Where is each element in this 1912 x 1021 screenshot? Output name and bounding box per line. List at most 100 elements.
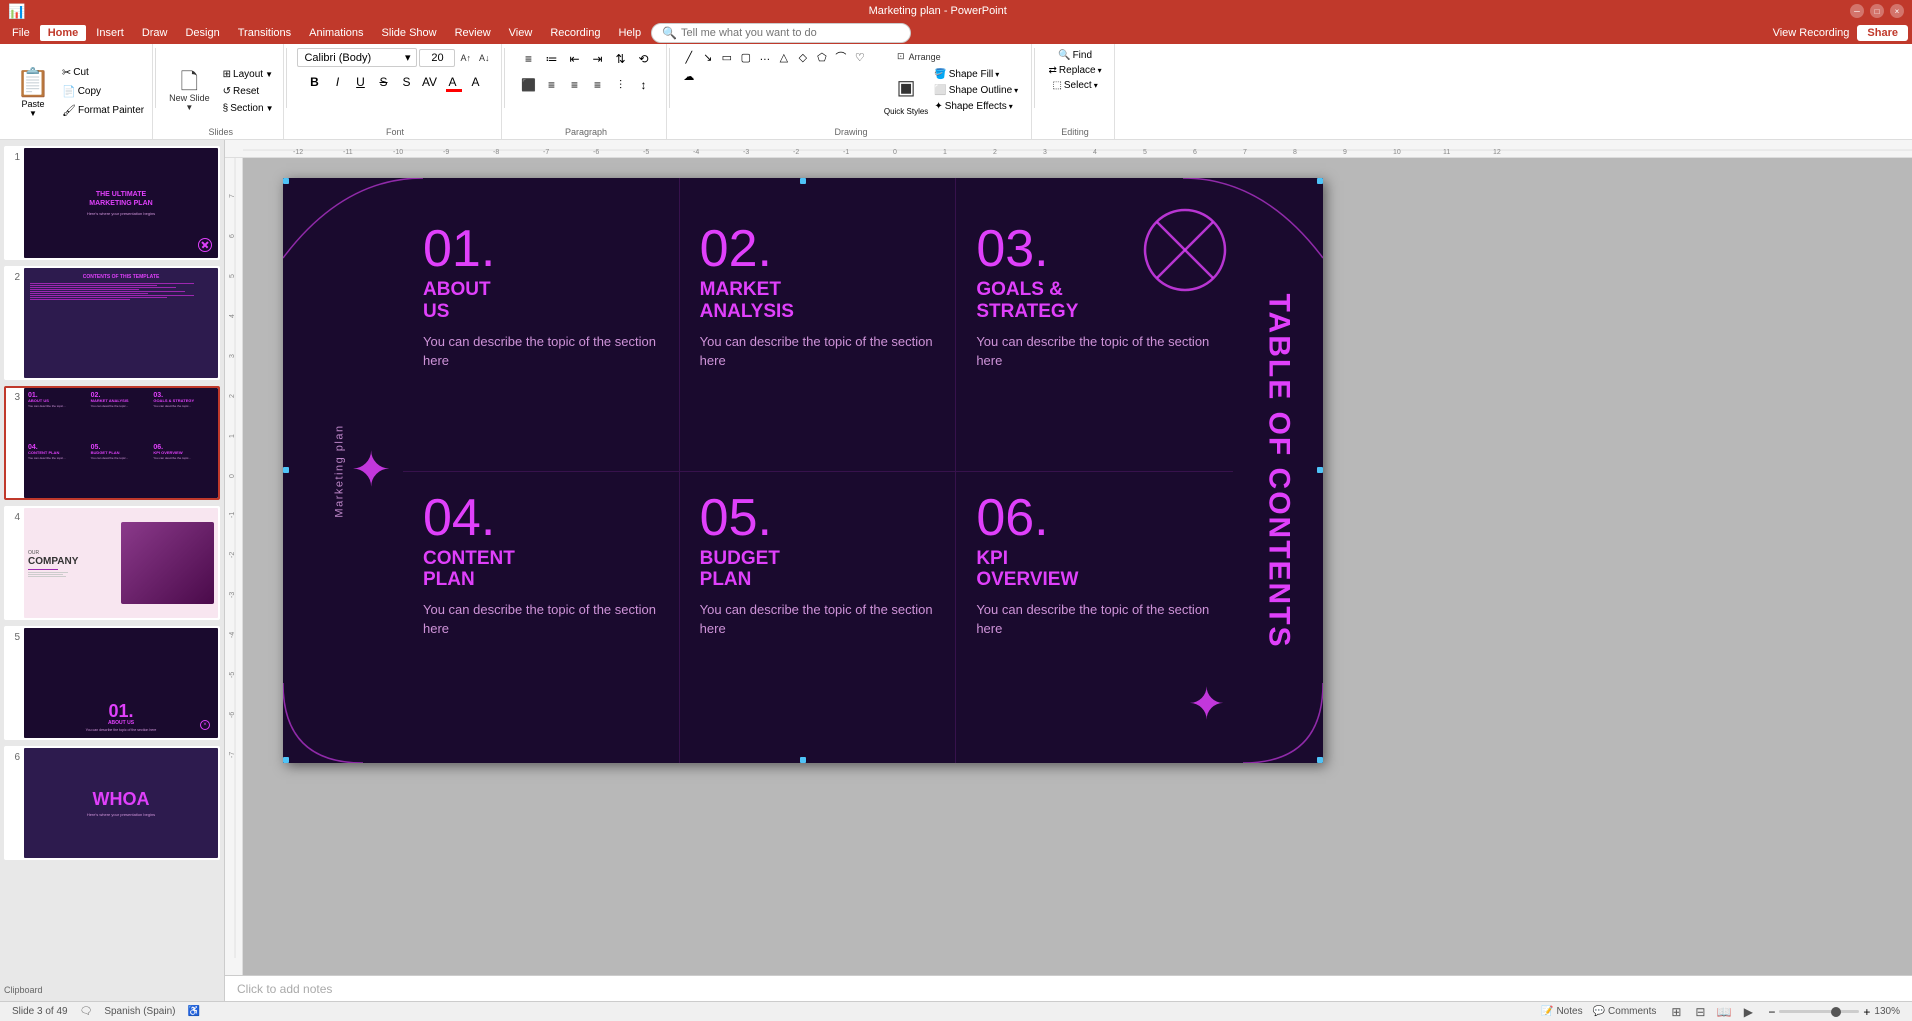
font-color-button[interactable]: A [442, 71, 464, 93]
slideshow-button[interactable]: ▶ [1738, 1004, 1758, 1020]
shape-rect[interactable]: ▭ [718, 48, 736, 66]
increase-indent-button[interactable]: ⇥ [587, 48, 609, 70]
find-icon: 🔍 [1058, 50, 1070, 61]
shape-fill-button[interactable]: 🪣 Shape Fill ▾ [930, 67, 1022, 82]
strikethrough-button[interactable]: S [373, 71, 395, 93]
menu-animations[interactable]: Animations [301, 25, 371, 41]
char-spacing-button[interactable]: AV [419, 71, 441, 93]
slide-thumb-4[interactable]: 4 OUR COMPANY [4, 506, 220, 620]
slide-thumb-1[interactable]: 1 THE ULTIMATEMARKETING PLAN Here's wher… [4, 146, 220, 260]
quick-styles-button[interactable]: ▣ [886, 67, 926, 107]
toc-title-vertical: TABLE OF CONTENTS [1235, 178, 1323, 763]
slide-panel[interactable]: 1 THE ULTIMATEMARKETING PLAN Here's wher… [0, 140, 225, 1001]
accessibility-icon[interactable]: ♿ [187, 1006, 199, 1017]
slide-thumb-5[interactable]: 5 01. ABOUT US You can describe the topi… [4, 626, 220, 740]
comments-button[interactable]: 💬 Comments [1593, 1006, 1657, 1017]
menu-insert[interactable]: Insert [88, 25, 132, 41]
underline-button[interactable]: U [350, 71, 372, 93]
notes-placeholder[interactable]: Click to add notes [237, 982, 332, 996]
menu-home[interactable]: Home [40, 25, 87, 41]
menu-design[interactable]: Design [177, 25, 227, 41]
shape-line[interactable]: ╱ [680, 48, 698, 66]
minimize-button[interactable]: ─ [1850, 4, 1864, 18]
view-recording-label[interactable]: View Recording [1773, 27, 1850, 39]
reset-button[interactable]: ↺ Reset [219, 84, 278, 99]
convert-smartart-button[interactable]: ⟲ [633, 48, 655, 70]
slide-sorter-button[interactable]: ⊟ [1690, 1004, 1710, 1020]
shape-outline-button[interactable]: ⬜ Shape Outline ▾ [930, 83, 1022, 98]
zoom-in-button[interactable]: + [1863, 1005, 1870, 1019]
decrease-font-button[interactable]: A↓ [476, 50, 493, 66]
zoom-out-button[interactable]: − [1768, 1005, 1775, 1019]
font-size-field[interactable]: 20 [419, 49, 455, 67]
slide-number-1: 1 [6, 148, 20, 163]
slide-preview-4: OUR COMPANY [24, 508, 218, 618]
main-slide[interactable]: ✦ ✦ Marketing plan [283, 178, 1323, 763]
layout-button[interactable]: ⊞ Layout ▼ [219, 67, 278, 82]
align-center-button[interactable]: ≡ [541, 74, 563, 96]
numbering-button[interactable]: ≔ [541, 48, 563, 70]
shape-rounded-rect[interactable]: ▢ [737, 48, 755, 66]
share-button[interactable]: Share [1857, 25, 1908, 41]
menu-help[interactable]: Help [610, 25, 649, 41]
cols-button[interactable]: ⫶ [610, 74, 632, 96]
zoom-slider[interactable] [1779, 1010, 1859, 1013]
increase-font-button[interactable]: A↑ [457, 50, 474, 66]
new-slide-button[interactable]: 🗋 New Slide ▼ [164, 68, 215, 115]
menu-review[interactable]: Review [447, 25, 499, 41]
italic-button[interactable]: I [327, 71, 349, 93]
menu-file[interactable]: File [4, 25, 38, 41]
reading-view-button[interactable]: 📖 [1714, 1004, 1734, 1020]
line-spacing-button[interactable]: ↕ [633, 74, 655, 96]
bold-button[interactable]: B [304, 71, 326, 93]
notes-area[interactable]: Click to add notes [225, 975, 1912, 1001]
section-button[interactable]: § Section ▼ [219, 101, 278, 116]
maximize-button[interactable]: □ [1870, 4, 1884, 18]
select-button[interactable]: ⬚ Select ▾ [1048, 78, 1101, 93]
search-box[interactable]: 🔍 [651, 23, 911, 43]
menu-view[interactable]: View [501, 25, 541, 41]
arrange-button[interactable]: ⊡ Arrange [884, 48, 954, 65]
format-painter-button[interactable]: 🖌 Format Painter [58, 102, 148, 119]
slide-preview-1: THE ULTIMATEMARKETING PLAN Here's where … [24, 148, 218, 258]
replace-button[interactable]: ⇄ Replace ▾ [1045, 63, 1106, 78]
slide-thumb-3[interactable]: 3 01. ABOUT US You can describe the topi… [4, 386, 220, 500]
slide-thumb-6[interactable]: 6 WHOA Here's where your presentation be… [4, 746, 220, 860]
normal-view-button[interactable]: ⊞ [1666, 1004, 1686, 1020]
align-left-button[interactable]: ⬛ [518, 74, 540, 96]
menu-transitions[interactable]: Transitions [230, 25, 299, 41]
notes-button[interactable]: 📝 Notes [1541, 1006, 1583, 1017]
shape-pentagon[interactable]: ⬠ [813, 48, 831, 66]
svg-text:-6: -6 [229, 712, 236, 718]
decrease-indent-button[interactable]: ⇤ [564, 48, 586, 70]
text-direction-button[interactable]: ⇅ [610, 48, 632, 70]
slide-thumb-2[interactable]: 2 CONTENTS OF THIS TEMPLATE [4, 266, 220, 380]
menu-recording[interactable]: Recording [542, 25, 608, 41]
font-name-dropdown[interactable]: Calibri (Body) ▾ [297, 48, 417, 67]
svg-text:7: 7 [1243, 149, 1247, 156]
menu-slideshow[interactable]: Slide Show [374, 25, 445, 41]
justify-button[interactable]: ≡ [587, 74, 609, 96]
paste-button[interactable]: 📋 Paste ▼ [8, 48, 58, 135]
shape-effects-button[interactable]: ✦ Shape Effects ▾ [930, 99, 1022, 114]
copy-button[interactable]: 📄 Copy [58, 83, 148, 100]
slide-viewport[interactable]: ✦ ✦ Marketing plan [243, 158, 1912, 975]
zoom-thumb[interactable] [1831, 1007, 1841, 1017]
close-button[interactable]: × [1890, 4, 1904, 18]
menu-draw[interactable]: Draw [134, 25, 176, 41]
find-button[interactable]: 🔍 Find [1054, 48, 1096, 63]
text-shadow-button[interactable]: S [396, 71, 418, 93]
cut-button[interactable]: ✂ Cut [58, 64, 148, 81]
shape-diamond[interactable]: ◇ [794, 48, 812, 66]
highlight-button[interactable]: A [465, 71, 487, 93]
search-input[interactable] [681, 27, 861, 39]
bullets-button[interactable]: ≡ [518, 48, 540, 70]
shape-triangle[interactable]: △ [775, 48, 793, 66]
shape-more[interactable]: … [756, 48, 774, 66]
svg-text:7: 7 [229, 194, 236, 198]
shape-cloud[interactable]: ☁ [680, 67, 698, 85]
shape-arrow[interactable]: ↘ [699, 48, 717, 66]
shape-arc[interactable]: ⌒ [832, 48, 850, 66]
align-right-button[interactable]: ≡ [564, 74, 586, 96]
shape-heart[interactable]: ♡ [851, 48, 869, 66]
